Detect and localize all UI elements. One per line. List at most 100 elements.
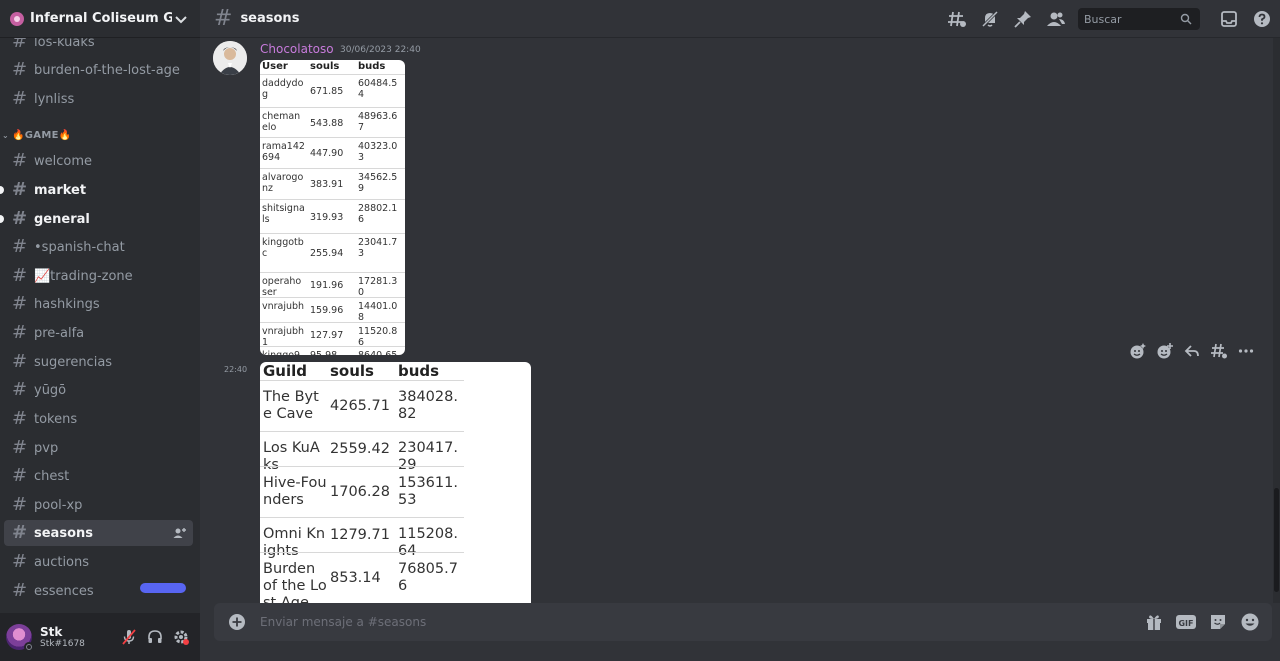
- channel-pvp[interactable]: # pvp: [4, 435, 193, 461]
- channel-list: # los-kuaks # burden-of-the-lost-age # lynl…: [0, 28, 200, 613]
- channel-seasons[interactable]: # seasons: [4, 520, 193, 546]
- scrollbar-thumb[interactable]: [1274, 488, 1279, 592]
- sticker-icon: [1211, 615, 1225, 629]
- server-header[interactable]: Infernal Coliseum Ga...: [0, 0, 200, 38]
- table-cell: The Byte Cave: [263, 389, 319, 422]
- add-reaction-button[interactable]: [1151, 341, 1178, 361]
- table-row: chemanelo 543.88 48963.67: [260, 107, 405, 137]
- table-cell: 34562.59: [358, 172, 398, 194]
- author-avatar[interactable]: [213, 41, 247, 75]
- table-header-cell: souls: [330, 362, 374, 380]
- channel-burden-of-the-lost-age[interactable]: # burden-of-the-lost-age: [4, 57, 193, 83]
- table-cell: 95.98: [310, 349, 338, 356]
- channel-sugerencias[interactable]: # sugerencias: [4, 349, 193, 375]
- channel-spanish-chat[interactable]: # •spanish-chat: [4, 234, 193, 260]
- channel-market[interactable]: # market: [4, 177, 193, 203]
- table-cell: 23041.73: [358, 237, 398, 259]
- bell-muted-icon: [981, 10, 998, 28]
- category-game[interactable]: ⌄ 🔥GAME🔥: [2, 130, 71, 141]
- reply-button[interactable]: [1178, 341, 1205, 361]
- emoji-button[interactable]: [1234, 603, 1266, 641]
- table-row: kinggotbc 255.94 23041.73: [260, 233, 405, 272]
- gif-button[interactable]: GIF: [1170, 603, 1202, 641]
- channel-label: pvp: [34, 440, 59, 456]
- deafen-button[interactable]: [142, 624, 168, 650]
- avatar[interactable]: [6, 624, 34, 652]
- table-row: Burden of the Lost Age 853.14 76805.76: [260, 552, 464, 603]
- attachment-guild-table[interactable]: Guild souls buds The Byte Cave 4265.71 384028…: [260, 362, 531, 603]
- channel-trading-zone[interactable]: # 📈trading-zone: [4, 263, 193, 289]
- channel-tokens[interactable]: # tokens: [4, 406, 193, 432]
- channel-pool-xp[interactable]: # pool-xp: [4, 492, 193, 518]
- hash-icon: #: [12, 322, 28, 343]
- notifications-button[interactable]: [973, 0, 1006, 38]
- hash-icon: #: [12, 580, 28, 601]
- search-box[interactable]: [1078, 8, 1200, 30]
- table-row: Omni Knights 1279.71 115208.64: [260, 517, 464, 559]
- table-cell: 1706.28: [330, 484, 390, 500]
- channel-general[interactable]: # general: [4, 206, 193, 232]
- channel-hashkings[interactable]: # hashkings: [4, 291, 193, 317]
- channel-chest[interactable]: # chest: [4, 463, 193, 489]
- pin-icon: [1013, 11, 1031, 28]
- inbox-button[interactable]: [1212, 0, 1245, 38]
- attachment-user-table[interactable]: User souls buds daddydog 671.85 60484.54 chema…: [260, 60, 405, 355]
- member-list-button[interactable]: [1039, 0, 1072, 38]
- gift-icon: [1147, 615, 1161, 630]
- sticker-button[interactable]: [1202, 603, 1234, 641]
- hash-icon: #: [12, 379, 28, 400]
- channel-label: sugerencias: [34, 354, 113, 370]
- pinned-messages-button[interactable]: [1006, 0, 1039, 38]
- channel-label: pool-xp: [34, 497, 83, 513]
- message-input[interactable]: [260, 615, 1138, 629]
- table-header-cell: User: [262, 61, 288, 72]
- upload-button[interactable]: [214, 603, 260, 641]
- table-cell: 543.88: [310, 117, 344, 129]
- gift-button[interactable]: [1138, 603, 1170, 641]
- table-row: alvarogonz 383.91 34562.59: [260, 168, 405, 199]
- search-input[interactable]: [1084, 12, 1180, 26]
- mute-button[interactable]: [116, 624, 142, 650]
- more-options-button[interactable]: [1232, 341, 1259, 361]
- user-panel: Stk Stk#1678: [0, 613, 200, 661]
- channel-label: welcome: [34, 153, 93, 169]
- table-cell: rama142694: [262, 141, 305, 163]
- message-author[interactable]: Chocolatoso: [260, 42, 334, 56]
- channel-label: pre-alfa: [34, 325, 85, 341]
- table-cell: 76805.76: [398, 561, 458, 594]
- table-cell: 28802.16: [358, 203, 398, 225]
- thread-icon: [1210, 343, 1227, 359]
- channel-yugo[interactable]: # yūgō: [4, 377, 193, 403]
- table-cell: operahoser: [262, 276, 302, 298]
- channel-label: burden-of-the-lost-age: [34, 62, 180, 78]
- channel-label: tokens: [34, 411, 78, 427]
- message-actions: [1124, 341, 1259, 361]
- hash-icon: #: [12, 351, 28, 372]
- hash-icon: #: [12, 293, 28, 314]
- new-badge[interactable]: [140, 583, 186, 593]
- server-name: Infernal Coliseum Ga...: [30, 11, 172, 26]
- channel-lynliss[interactable]: # lynliss: [4, 86, 193, 112]
- channel-header: # seasons: [200, 0, 1280, 38]
- add-super-reaction-button[interactable]: [1124, 341, 1151, 361]
- table-cell: kinggotbc: [262, 237, 304, 259]
- channel-welcome[interactable]: # welcome: [4, 148, 193, 174]
- table-cell: 853.14: [330, 570, 381, 586]
- channel-label: yūgō: [34, 382, 67, 398]
- user-info[interactable]: Stk Stk#1678: [40, 625, 116, 649]
- threads-button[interactable]: [940, 0, 973, 38]
- settings-button[interactable]: [168, 624, 194, 650]
- channel-label: seasons: [34, 525, 93, 541]
- table-header-cell: buds: [398, 362, 440, 380]
- table-cell: 159.96: [310, 305, 344, 316]
- help-button[interactable]: [1245, 0, 1278, 38]
- hash-icon: #: [12, 522, 28, 543]
- channel-auctions[interactable]: # auctions: [4, 549, 193, 575]
- table-cell: 384028.82: [398, 389, 458, 422]
- create-thread-button[interactable]: [1205, 341, 1232, 361]
- channel-pre-alfa[interactable]: # pre-alfa: [4, 320, 193, 346]
- chevron-down-icon: ⌄: [2, 131, 10, 140]
- add-member-icon[interactable]: [173, 526, 187, 540]
- hash-icon: #: [12, 236, 28, 257]
- table-cell: chemanelo: [262, 111, 301, 133]
